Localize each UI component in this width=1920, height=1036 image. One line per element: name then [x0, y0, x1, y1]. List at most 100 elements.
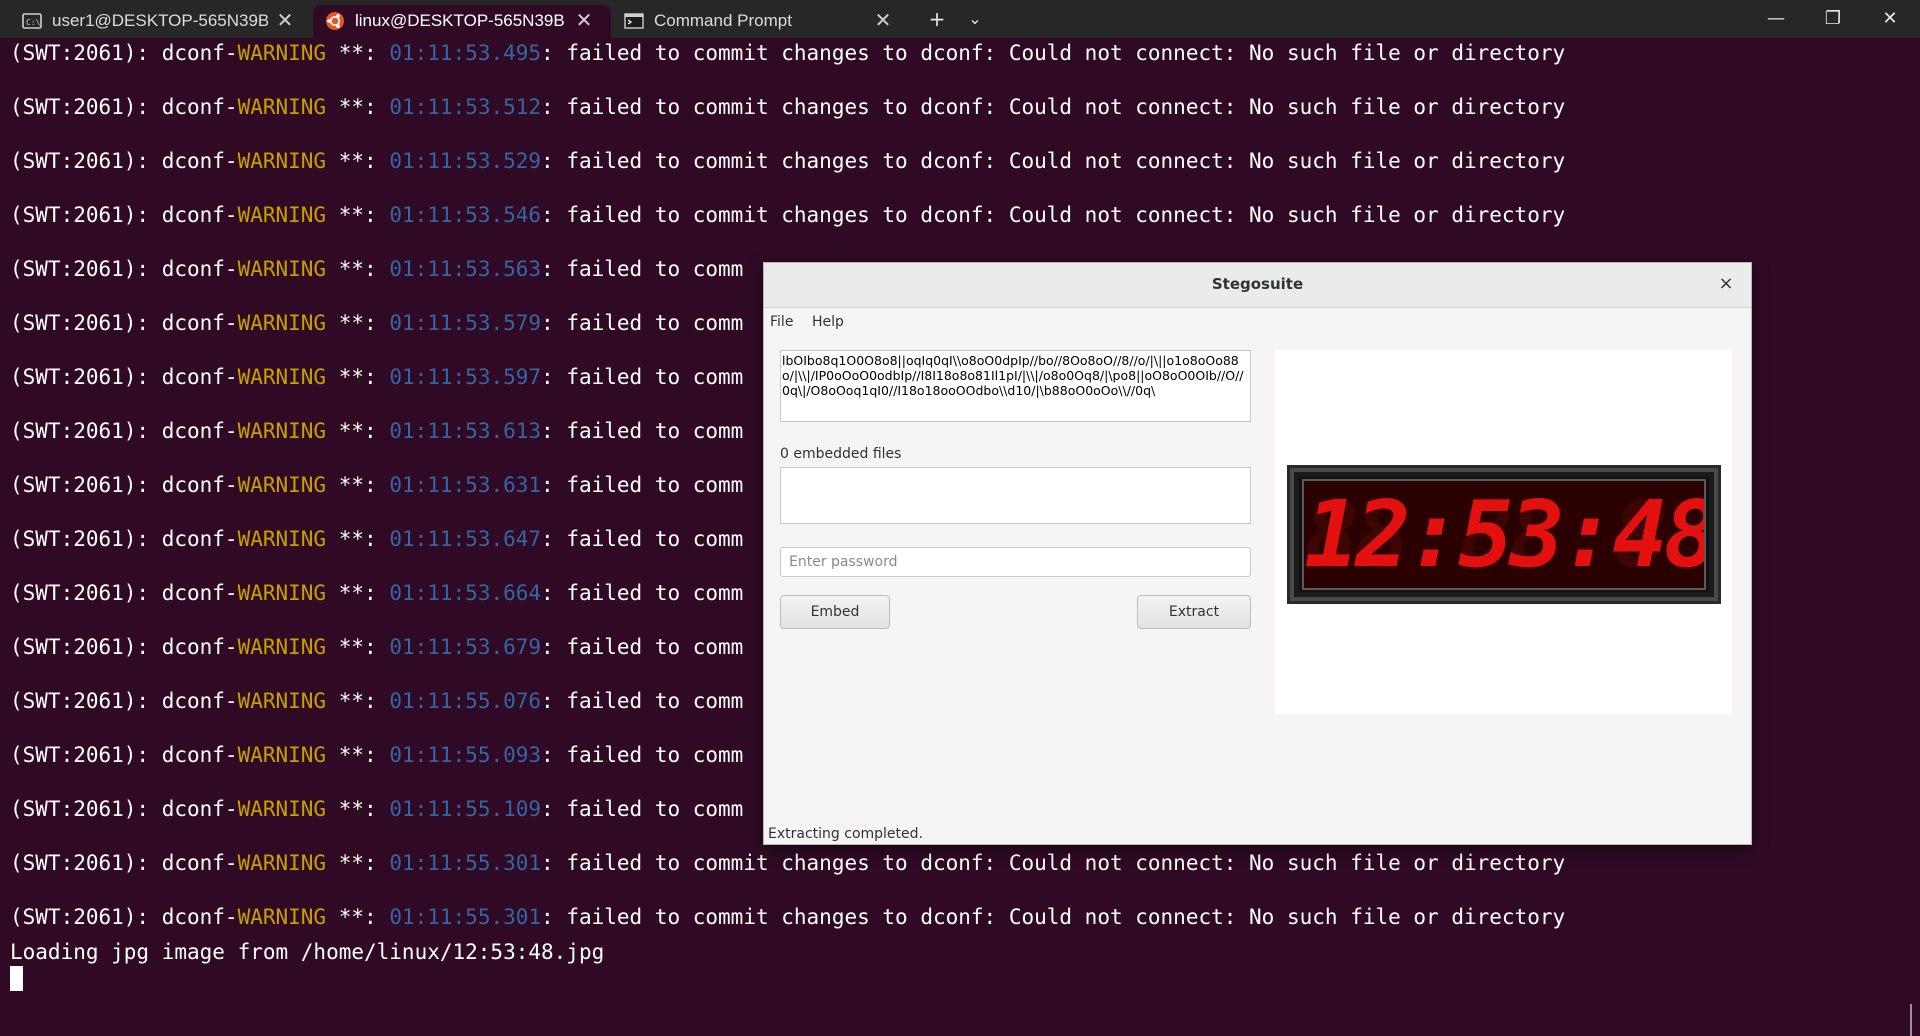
log-stars: **:	[326, 581, 390, 605]
scrollbar[interactable]	[1910, 1004, 1912, 1036]
log-warning: WARNING	[237, 527, 327, 551]
log-timestamp: 01:11:53.512	[389, 95, 542, 119]
log-prefix: (SWT:2061): dconf-	[10, 689, 238, 713]
log-message: : failed to comm	[541, 527, 744, 551]
message-textarea[interactable]: lbOIbo8q1O0O8o8||oqIq0qI\\o8oO0dpIp//bo/…	[780, 350, 1251, 422]
ubuntu-icon	[325, 11, 345, 31]
log-prefix: (SWT:2061): dconf-	[10, 851, 238, 875]
log-warning: WARNING	[237, 419, 327, 443]
log-line: (SWT:2061): dconf-WARNING **: 01:11:53.5…	[10, 364, 743, 390]
log-warning: WARNING	[237, 743, 327, 767]
log-stars: **:	[326, 41, 390, 65]
clock-image: 88:88:88 12:53:48	[1287, 465, 1721, 604]
log-message: : failed to comm	[541, 581, 744, 605]
minimize-button[interactable]: —	[1748, 0, 1804, 38]
loading-line: Loading jpg image from /home/linux/12:53…	[10, 940, 605, 964]
close-tab-icon[interactable]: ✕	[573, 9, 595, 31]
log-line: (SWT:2061): dconf-WARNING **: 01:11:53.5…	[10, 256, 743, 282]
tab-title: user1@DESKTOP-565N39B: ~/a	[52, 11, 268, 30]
terminal-titlebar: C:\ user1@DESKTOP-565N39B: ~/a ✕ linux@D…	[0, 0, 1920, 38]
new-tab-button[interactable]: +	[922, 6, 952, 32]
log-stars: **:	[326, 365, 390, 389]
log-prefix: (SWT:2061): dconf-	[10, 797, 238, 821]
log-stars: **:	[326, 311, 390, 335]
log-prefix: (SWT:2061): dconf-	[10, 149, 238, 173]
log-line: (SWT:2061): dconf-WARNING **: 01:11:53.6…	[10, 634, 743, 660]
log-warning: WARNING	[237, 635, 327, 659]
log-timestamp: 01:11:53.597	[389, 365, 542, 389]
log-prefix: (SWT:2061): dconf-	[10, 203, 238, 227]
embedded-files-label: 0 embedded files	[780, 446, 902, 462]
log-message: : failed to comm	[541, 797, 744, 821]
log-timestamp: 01:11:53.546	[389, 203, 542, 227]
log-prefix: (SWT:2061): dconf-	[10, 311, 238, 335]
log-timestamp: 01:11:53.664	[389, 581, 542, 605]
menu-bar: File Help	[764, 308, 1751, 336]
close-tab-icon[interactable]: ✕	[872, 9, 894, 31]
log-message: : failed to commit changes to dconf: Cou…	[541, 95, 1566, 119]
password-field[interactable]	[780, 547, 1251, 577]
log-prefix: (SWT:2061): dconf-	[10, 905, 238, 929]
log-stars: **:	[326, 257, 390, 281]
log-prefix: (SWT:2061): dconf-	[10, 257, 238, 281]
log-message: : failed to commit changes to dconf: Cou…	[541, 851, 1566, 875]
status-bar: Extracting completed.	[768, 826, 923, 842]
log-prefix: (SWT:2061): dconf-	[10, 41, 238, 65]
log-warning: WARNING	[237, 257, 327, 281]
log-warning: WARNING	[237, 581, 327, 605]
clock-display: 88:88:88 12:53:48	[1302, 479, 1706, 590]
maximize-button[interactable]: ❐	[1805, 0, 1861, 38]
log-warning: WARNING	[237, 95, 327, 119]
log-stars: **:	[326, 743, 390, 767]
embedded-files-list[interactable]	[780, 467, 1251, 524]
log-line: (SWT:2061): dconf-WARNING **: 01:11:53.5…	[10, 148, 1565, 174]
log-warning: WARNING	[237, 905, 327, 929]
log-prefix: (SWT:2061): dconf-	[10, 743, 238, 767]
log-message: : failed to comm	[541, 473, 744, 497]
stegosuite-window: Stegosuite × File Help lbOIbo8q1O0O8o8||…	[763, 262, 1752, 845]
log-warning: WARNING	[237, 797, 327, 821]
log-prefix: (SWT:2061): dconf-	[10, 95, 238, 119]
menu-file[interactable]: File	[770, 314, 793, 330]
log-stars: **:	[326, 473, 390, 497]
log-stars: **:	[326, 419, 390, 443]
log-line: (SWT:2061): dconf-WARNING **: 01:11:53.4…	[10, 40, 1565, 66]
log-line: (SWT:2061): dconf-WARNING **: 01:11:53.6…	[10, 580, 743, 606]
log-prefix: (SWT:2061): dconf-	[10, 473, 238, 497]
tab-title: linux@DESKTOP-565N39B: ~	[355, 11, 565, 30]
tab-dropdown-button[interactable]: ⌄	[960, 6, 990, 32]
log-line: (SWT:2061): dconf-WARNING **: 01:11:55.1…	[10, 796, 743, 822]
log-warning: WARNING	[237, 473, 327, 497]
tab-linux[interactable]: linux@DESKTOP-565N39B: ~ ✕	[313, 5, 611, 38]
log-line: (SWT:2061): dconf-WARNING **: 01:11:53.5…	[10, 94, 1565, 120]
log-warning: WARNING	[237, 689, 327, 713]
log-warning: WARNING	[237, 311, 327, 335]
log-prefix: (SWT:2061): dconf-	[10, 365, 238, 389]
image-preview: 88:88:88 12:53:48	[1275, 350, 1732, 714]
cmd-icon	[624, 11, 644, 31]
close-icon[interactable]: ×	[1715, 273, 1737, 295]
log-line: (SWT:2061): dconf-WARNING **: 01:11:53.5…	[10, 202, 1565, 228]
log-prefix: (SWT:2061): dconf-	[10, 581, 238, 605]
log-stars: **:	[326, 851, 390, 875]
log-message: : failed to comm	[541, 635, 744, 659]
log-stars: **:	[326, 905, 390, 929]
text-cursor	[10, 966, 23, 991]
extract-button[interactable]: Extract	[1137, 595, 1251, 629]
log-warning: WARNING	[237, 203, 327, 227]
log-prefix: (SWT:2061): dconf-	[10, 527, 238, 551]
log-timestamp: 01:11:55.301	[389, 905, 542, 929]
embed-button[interactable]: Embed	[780, 595, 890, 629]
clock-digits: 12:53:48	[1304, 481, 1706, 588]
tab-user1[interactable]: C:\ user1@DESKTOP-565N39B: ~/a ✕	[10, 5, 310, 38]
log-line: (SWT:2061): dconf-WARNING **: 01:11:55.3…	[10, 850, 1565, 876]
log-warning: WARNING	[237, 851, 327, 875]
window-header: Stegosuite ×	[764, 263, 1751, 308]
log-timestamp: 01:11:53.563	[389, 257, 542, 281]
close-tab-icon[interactable]: ✕	[274, 9, 296, 31]
close-window-button[interactable]: ✕	[1862, 0, 1918, 38]
tab-command-prompt[interactable]: Command Prompt ✕	[612, 5, 908, 38]
menu-help[interactable]: Help	[812, 314, 844, 330]
log-line: (SWT:2061): dconf-WARNING **: 01:11:55.0…	[10, 742, 743, 768]
log-stars: **:	[326, 689, 390, 713]
